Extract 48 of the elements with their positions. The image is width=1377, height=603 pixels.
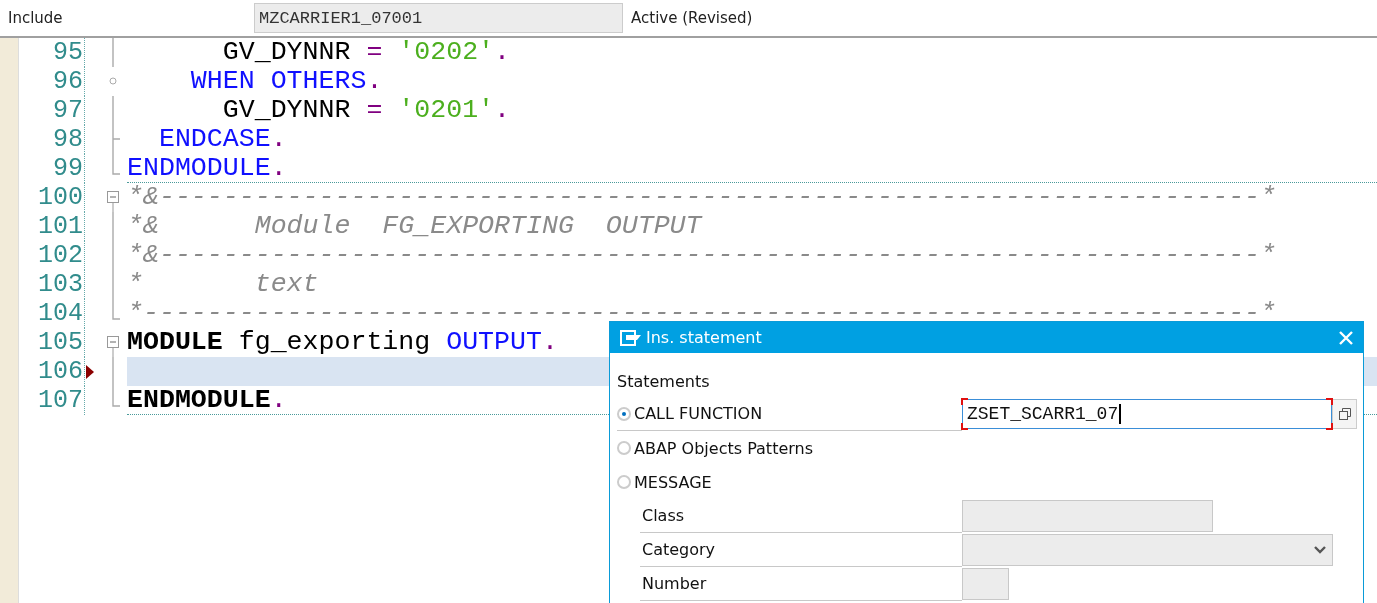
line-number: 105 <box>19 328 85 357</box>
collapse-box-icon[interactable] <box>107 336 119 357</box>
code-line: GV_DYNNR = '0201'. <box>221 96 511 125</box>
code-line: WHEN OTHERS. <box>189 67 383 96</box>
line-number: 102 <box>19 241 85 270</box>
input-field[interactable] <box>962 568 1009 600</box>
line-number: 95 <box>19 38 85 67</box>
dialog-title: Ins. statement <box>646 328 763 347</box>
line-number: 99 <box>19 154 85 183</box>
status-text: Active (Revised) <box>631 9 753 27</box>
radio-button[interactable] <box>617 475 631 489</box>
fold-node-icon <box>109 77 117 85</box>
line-number: 107 <box>19 386 85 415</box>
category-dropdown[interactable] <box>962 534 1333 566</box>
collapse-box-icon[interactable] <box>107 191 119 212</box>
line-number: 106 <box>19 357 85 386</box>
code-line: *&---------------------------------------------------------------------* <box>127 183 1277 212</box>
code-line: MODULE fg_exporting OUTPUT. <box>127 328 558 357</box>
option-label: ABAP Objects Patterns <box>634 438 814 458</box>
option-label: MESSAGE <box>634 472 712 492</box>
dialog-window-icon <box>620 329 642 346</box>
value-help-button[interactable] <box>1332 399 1357 429</box>
radio-button[interactable] <box>617 441 631 455</box>
close-icon[interactable] <box>1339 330 1353 345</box>
program-name-field[interactable]: MZCARRIER1_07001 <box>254 3 623 33</box>
code-line: *&---------------------------------------------------------------------* <box>127 241 1277 270</box>
include-label: Include <box>7 9 64 27</box>
line-number: 98 <box>19 125 85 154</box>
code-line: GV_DYNNR = '0202'. <box>221 38 511 67</box>
code-line: ENDMODULE. <box>127 154 1377 183</box>
input-field[interactable] <box>962 500 1213 532</box>
line-number: 101 <box>19 212 85 241</box>
line-number: 97 <box>19 96 85 125</box>
radio-button[interactable] <box>617 406 631 421</box>
code-line: * text <box>127 270 319 299</box>
chevron-down-icon <box>1314 546 1326 554</box>
line-number: 104 <box>19 299 85 328</box>
code-line: ENDCASE. <box>157 125 287 154</box>
code-line: *& Module FG_EXPORTING OUTPUT <box>127 212 702 241</box>
field-label: Category <box>640 533 962 567</box>
function-name-field[interactable]: ZSET_SCARR1_07 <box>962 399 1332 429</box>
windows-icon <box>1337 407 1352 421</box>
line-number: 100 <box>19 183 85 212</box>
code-line: *----------------------------------------------------------------------* <box>127 299 1277 328</box>
field-label: Class <box>640 499 962 533</box>
line-number: 103 <box>19 270 85 299</box>
field-label: Number <box>640 567 962 601</box>
line-number: 96 <box>19 67 85 96</box>
